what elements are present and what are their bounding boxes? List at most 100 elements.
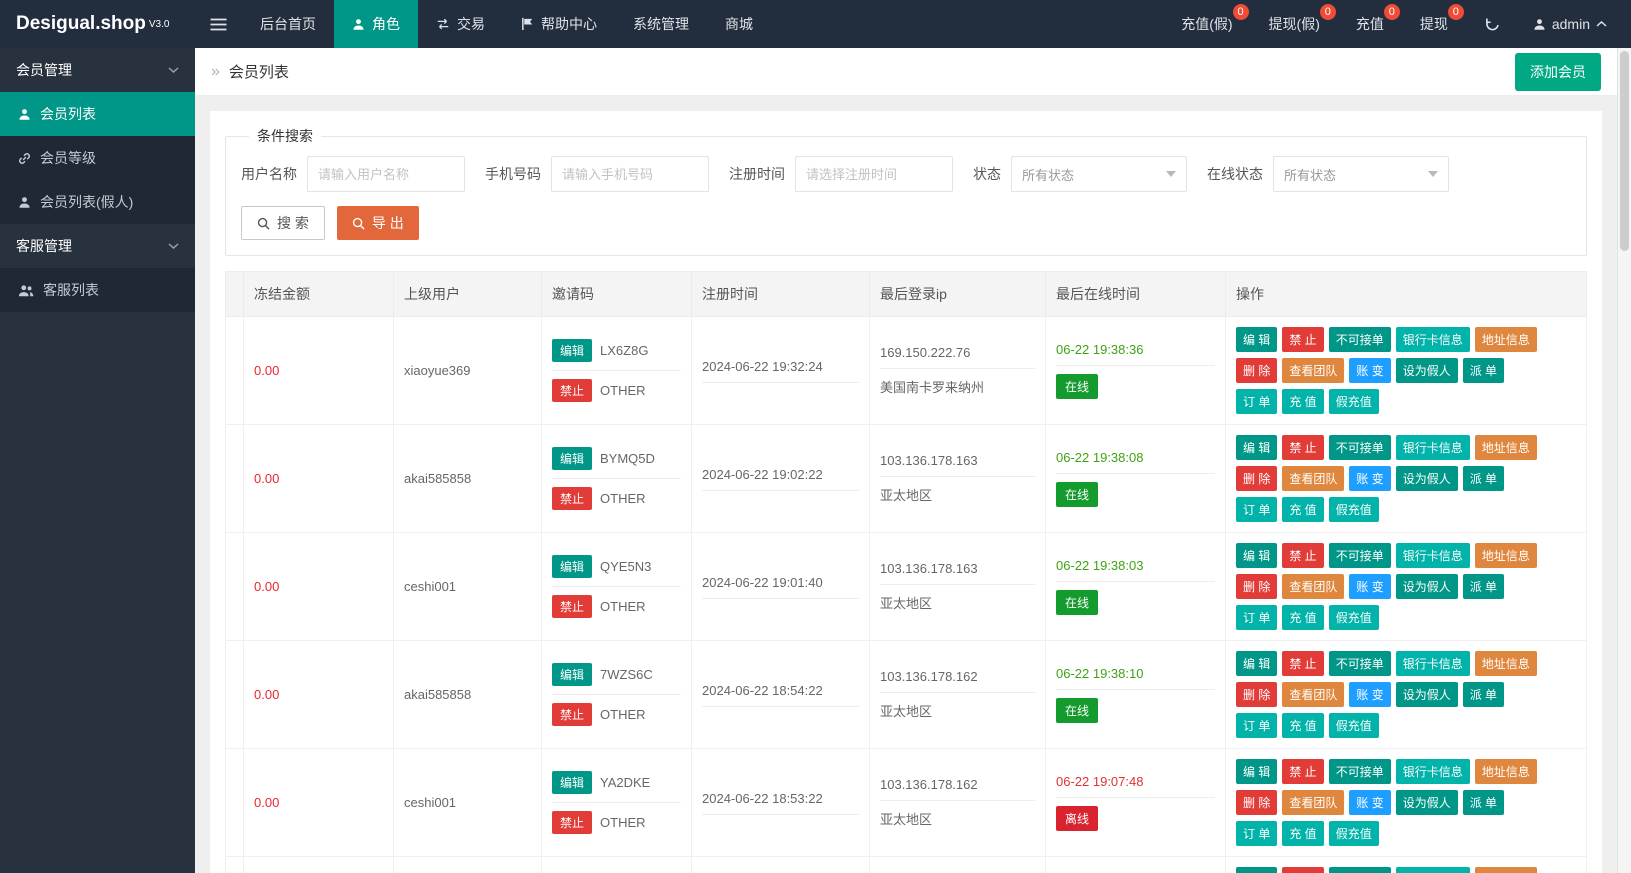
action-recharge-button[interactable]: 充 值 — [1282, 605, 1323, 630]
action-edit-button[interactable]: 编 辑 — [1236, 759, 1277, 784]
action-account-change-button[interactable]: 账 变 — [1349, 358, 1390, 383]
action-account-change-button[interactable]: 账 变 — [1349, 574, 1390, 599]
vertical-scrollbar[interactable] — [1617, 48, 1631, 873]
action-view-team-button[interactable]: 查看团队 — [1282, 790, 1344, 815]
sidebar-item-service-list[interactable]: 客服列表 — [0, 268, 195, 312]
action-orders-button[interactable]: 订 单 — [1236, 713, 1277, 738]
action-set-as-fake-button[interactable]: 设为假人 — [1396, 574, 1458, 599]
sidebar-item-member-level[interactable]: 会员等级 — [0, 136, 195, 180]
action-view-team-button[interactable]: 查看团队 — [1282, 682, 1344, 707]
action-address-info-button[interactable]: 地址信息 — [1475, 435, 1537, 460]
action-dispatch-order-button[interactable]: 派 单 — [1463, 466, 1504, 491]
action-address-info-button[interactable]: 地址信息 — [1475, 327, 1537, 352]
refresh-button[interactable] — [1470, 0, 1515, 48]
action-delete-button[interactable]: 删 除 — [1236, 790, 1277, 815]
invite-ban-button[interactable]: 禁止 — [552, 595, 592, 618]
invite-ban-button[interactable]: 禁止 — [552, 811, 592, 834]
status-select[interactable]: 所有状态 — [1011, 156, 1187, 192]
action-no-accept-order-button[interactable]: 不可接单 — [1329, 759, 1391, 784]
search-button[interactable]: 搜 索 — [241, 206, 325, 240]
action-no-accept-order-button[interactable]: 不可接单 — [1329, 651, 1391, 676]
action-address-info-button[interactable]: 地址信息 — [1475, 759, 1537, 784]
top-menu-help-center[interactable]: 帮助中心 — [503, 0, 615, 48]
action-ban-button[interactable]: 禁 止 — [1282, 435, 1323, 460]
action-dispatch-order-button[interactable]: 派 单 — [1463, 574, 1504, 599]
action-fake-recharge-button[interactable]: 假充值 — [1329, 497, 1379, 522]
action-bank-card-info-button[interactable]: 银行卡信息 — [1396, 867, 1470, 873]
action-recharge-button[interactable]: 充 值 — [1282, 389, 1323, 414]
invite-ban-button[interactable]: 禁止 — [552, 487, 592, 510]
action-fake-recharge-button[interactable]: 假充值 — [1329, 821, 1379, 846]
action-edit-button[interactable]: 编 辑 — [1236, 327, 1277, 352]
action-set-as-fake-button[interactable]: 设为假人 — [1396, 790, 1458, 815]
invite-ban-button[interactable]: 禁止 — [552, 703, 592, 726]
action-address-info-button[interactable]: 地址信息 — [1475, 543, 1537, 568]
action-edit-button[interactable]: 编 辑 — [1236, 435, 1277, 460]
invite-edit-button[interactable]: 编辑 — [552, 339, 592, 362]
action-account-change-button[interactable]: 账 变 — [1349, 466, 1390, 491]
action-recharge-button[interactable]: 充 值 — [1282, 821, 1323, 846]
action-address-info-button[interactable]: 地址信息 — [1475, 867, 1537, 873]
action-no-accept-order-button[interactable]: 不可接单 — [1329, 327, 1391, 352]
sidebar-item-member-list-fake[interactable]: 会员列表(假人) — [0, 180, 195, 224]
action-orders-button[interactable]: 订 单 — [1236, 605, 1277, 630]
phone-input[interactable] — [551, 156, 709, 192]
action-view-team-button[interactable]: 查看团队 — [1282, 358, 1344, 383]
quick-recharge-button[interactable]: 充值 0 — [1342, 0, 1406, 48]
username-input[interactable] — [307, 156, 465, 192]
action-bank-card-info-button[interactable]: 银行卡信息 — [1396, 651, 1470, 676]
sidebar-toggle-button[interactable] — [195, 0, 242, 48]
action-ban-button[interactable]: 禁 止 — [1282, 651, 1323, 676]
export-button[interactable]: 导 出 — [337, 206, 419, 240]
action-edit-button[interactable]: 编 辑 — [1236, 867, 1277, 873]
top-menu-roles[interactable]: 角色 — [334, 0, 418, 48]
action-no-accept-order-button[interactable]: 不可接单 — [1329, 435, 1391, 460]
action-view-team-button[interactable]: 查看团队 — [1282, 466, 1344, 491]
action-fake-recharge-button[interactable]: 假充值 — [1329, 389, 1379, 414]
sidebar-group-member-management[interactable]: 会员管理 — [0, 48, 195, 92]
action-recharge-button[interactable]: 充 值 — [1282, 497, 1323, 522]
action-no-accept-order-button[interactable]: 不可接单 — [1329, 867, 1391, 873]
action-ban-button[interactable]: 禁 止 — [1282, 867, 1323, 873]
action-dispatch-order-button[interactable]: 派 单 — [1463, 358, 1504, 383]
quick-withdraw-fake-button[interactable]: 提现(假) 0 — [1255, 0, 1342, 48]
action-bank-card-info-button[interactable]: 银行卡信息 — [1396, 543, 1470, 568]
user-menu[interactable]: admin — [1515, 0, 1631, 48]
top-menu-dashboard[interactable]: 后台首页 — [242, 0, 334, 48]
action-delete-button[interactable]: 删 除 — [1236, 466, 1277, 491]
action-orders-button[interactable]: 订 单 — [1236, 497, 1277, 522]
action-no-accept-order-button[interactable]: 不可接单 — [1329, 543, 1391, 568]
action-fake-recharge-button[interactable]: 假充值 — [1329, 605, 1379, 630]
action-set-as-fake-button[interactable]: 设为假人 — [1396, 682, 1458, 707]
action-delete-button[interactable]: 删 除 — [1236, 682, 1277, 707]
sidebar-group-service-management[interactable]: 客服管理 — [0, 224, 195, 268]
invite-edit-button[interactable]: 编辑 — [552, 447, 592, 470]
action-account-change-button[interactable]: 账 变 — [1349, 790, 1390, 815]
quick-withdraw-button[interactable]: 提现 0 — [1406, 0, 1470, 48]
action-address-info-button[interactable]: 地址信息 — [1475, 651, 1537, 676]
action-dispatch-order-button[interactable]: 派 单 — [1463, 790, 1504, 815]
action-set-as-fake-button[interactable]: 设为假人 — [1396, 466, 1458, 491]
action-orders-button[interactable]: 订 单 — [1236, 389, 1277, 414]
top-menu-system[interactable]: 系统管理 — [615, 0, 707, 48]
invite-edit-button[interactable]: 编辑 — [552, 663, 592, 686]
invite-edit-button[interactable]: 编辑 — [552, 771, 592, 794]
action-delete-button[interactable]: 删 除 — [1236, 358, 1277, 383]
action-ban-button[interactable]: 禁 止 — [1282, 327, 1323, 352]
action-recharge-button[interactable]: 充 值 — [1282, 713, 1323, 738]
register-time-input[interactable] — [795, 156, 953, 192]
action-account-change-button[interactable]: 账 变 — [1349, 682, 1390, 707]
action-fake-recharge-button[interactable]: 假充值 — [1329, 713, 1379, 738]
sidebar-item-member-list[interactable]: 会员列表 — [0, 92, 195, 136]
invite-edit-button[interactable]: 编辑 — [552, 555, 592, 578]
action-bank-card-info-button[interactable]: 银行卡信息 — [1396, 327, 1470, 352]
online-status-select[interactable]: 所有状态 — [1273, 156, 1449, 192]
action-bank-card-info-button[interactable]: 银行卡信息 — [1396, 759, 1470, 784]
invite-ban-button[interactable]: 禁止 — [552, 379, 592, 402]
action-ban-button[interactable]: 禁 止 — [1282, 759, 1323, 784]
action-edit-button[interactable]: 编 辑 — [1236, 651, 1277, 676]
action-ban-button[interactable]: 禁 止 — [1282, 543, 1323, 568]
top-menu-mall[interactable]: 商城 — [707, 0, 771, 48]
top-menu-transactions[interactable]: 交易 — [418, 0, 503, 48]
action-edit-button[interactable]: 编 辑 — [1236, 543, 1277, 568]
